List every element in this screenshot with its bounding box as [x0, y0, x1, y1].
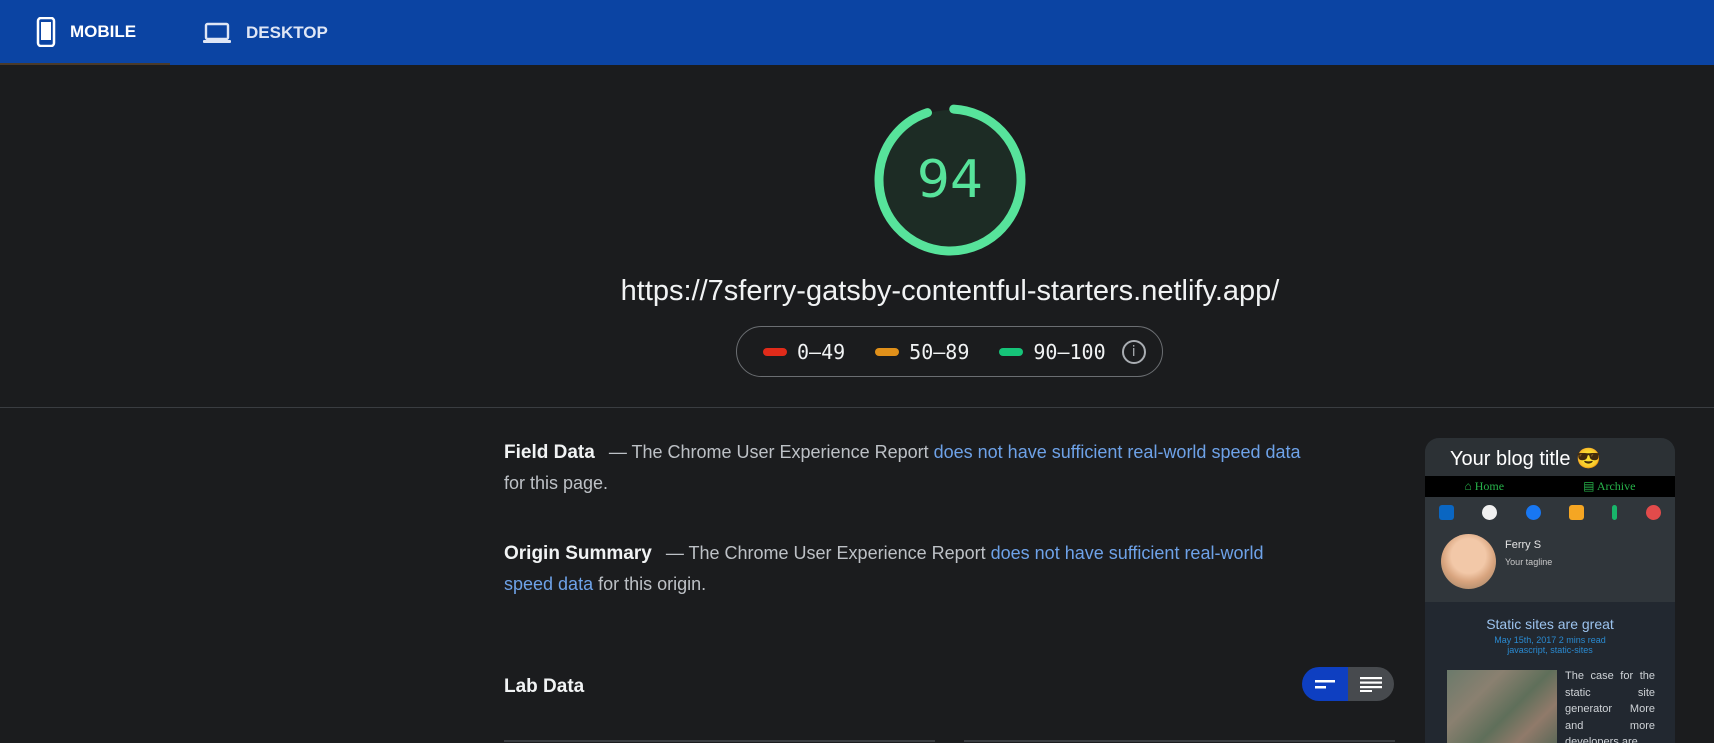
tab-desktop-label: DESKTOP — [246, 22, 328, 42]
view-compact-button[interactable] — [1302, 667, 1348, 701]
legend-average-label: 50–89 — [909, 339, 970, 364]
info-icon[interactable]: i — [1121, 339, 1146, 364]
tab-mobile[interactable]: MOBILE — [0, 0, 170, 65]
lab-data-view-toggle — [1302, 667, 1394, 701]
origin-summary-suffix: for this origin. — [593, 574, 707, 594]
field-data-suffix: for this page. — [504, 473, 609, 493]
thumb-avatar — [1441, 534, 1496, 589]
smartphone-icon — [36, 16, 56, 47]
tab-mobile-label: MOBILE — [70, 21, 137, 41]
field-data-heading: Field Data — [504, 442, 595, 463]
dribbble-icon — [1645, 505, 1661, 520]
thumb-nav-home-label: Home — [1474, 479, 1505, 493]
thumb-nav-archive: ▤ Archive — [1583, 479, 1635, 494]
thumb-social-icons — [1425, 497, 1675, 520]
legend-fail-swatch — [763, 347, 787, 356]
thumb-nav: ⌂ Home ▤ Archive — [1425, 476, 1675, 497]
page-screenshot-thumbnail: Your blog title 😎 ⌂ Home ▤ Archive Ferry… — [1425, 438, 1675, 743]
thumb-profile: Ferry S Your tagline — [1425, 497, 1675, 602]
thumb-nav-home: ⌂ Home — [1465, 479, 1505, 494]
score-legend: 0–49 50–89 90–100 i — [736, 326, 1163, 377]
archive-icon: ▤ — [1583, 479, 1595, 493]
thumb-post-title: Static sites are great — [1486, 616, 1614, 632]
origin-summary-heading: Origin Summary — [504, 543, 652, 564]
origin-summary-section: Origin Summary — The Chrome User Experien… — [504, 538, 1314, 600]
thumb-nav-archive-label: Archive — [1596, 479, 1636, 493]
origin-summary-prefix: — The Chrome User Experience Report — [665, 543, 991, 563]
field-data-section: Field Data — The Chrome User Experience R… — [504, 437, 1314, 499]
metric-divider-left — [504, 740, 935, 742]
field-data-prefix: — The Chrome User Experience Report — [608, 442, 934, 462]
compact-list-icon — [1315, 680, 1335, 689]
device-tab-bar: MOBILE DESKTOP — [0, 0, 1714, 65]
metric-divider-right — [964, 740, 1395, 742]
legend-pass-swatch — [999, 347, 1024, 356]
legend-fail-label: 0–49 — [797, 339, 846, 364]
view-expanded-button[interactable] — [1348, 667, 1394, 701]
header-divider — [0, 407, 1714, 408]
thumb-author-name: Ferry S — [1505, 539, 1542, 551]
github-icon — [1482, 505, 1498, 520]
thumb-post-meta: May 15th, 2017 2 mins read — [1494, 635, 1606, 645]
thumb-blog-title: Your blog title 😎 — [1425, 438, 1675, 476]
lab-data-heading: Lab Data — [504, 676, 585, 697]
linkedin-icon — [1439, 505, 1455, 520]
legend-average-swatch — [875, 347, 900, 356]
tab-desktop[interactable]: DESKTOP — [202, 0, 328, 65]
laptop-icon — [203, 22, 231, 43]
performance-score-value: 94 — [916, 150, 984, 210]
thumb-post-tags: javascript, static-sites — [1507, 645, 1593, 655]
field-data-link[interactable]: does not have sufficient real-world spee… — [934, 442, 1301, 462]
tested-url: https://7sferry-gatsby-contentful-starte… — [620, 275, 1280, 307]
medium-icon — [1612, 505, 1618, 520]
legend-item-fail: 0–49 — [763, 340, 845, 364]
thumb-post-image — [1447, 670, 1557, 743]
home-icon: ⌂ — [1464, 479, 1472, 493]
legend-pass-label: 90–100 — [1033, 339, 1106, 364]
expanded-list-icon — [1360, 677, 1382, 692]
blogger-icon — [1569, 505, 1585, 520]
thumb-post-card: Static sites are great May 15th, 2017 2 … — [1425, 602, 1675, 743]
legend-item-pass: 90–100 — [999, 339, 1106, 364]
legend-item-average: 50–89 — [875, 340, 969, 364]
thumb-post-excerpt: The case for the static site generator M… — [1565, 670, 1655, 743]
thumb-author-tagline: Your tagline — [1505, 557, 1553, 567]
facebook-icon — [1525, 505, 1541, 520]
